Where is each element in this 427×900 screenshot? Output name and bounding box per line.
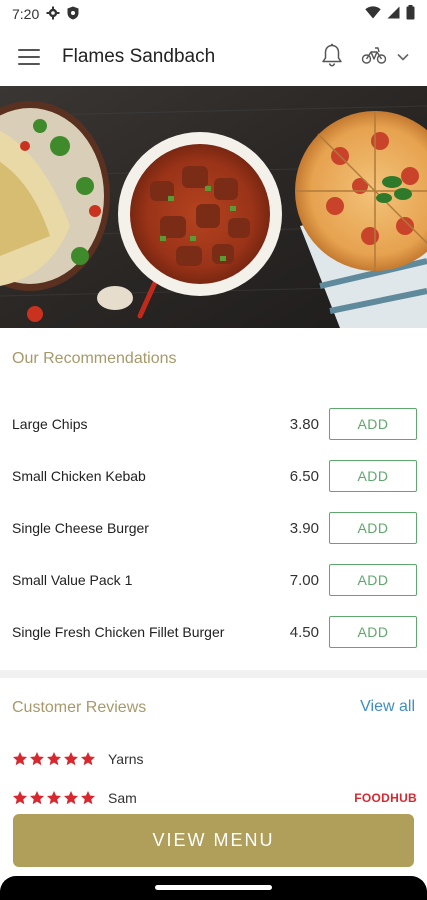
add-button[interactable]: ADD <box>329 564 417 596</box>
header-actions <box>321 43 409 72</box>
list-item: Single Fresh Chicken Fillet Burger 4.50 … <box>12 616 417 648</box>
item-price: 6.50 <box>289 467 319 485</box>
item-price: 3.90 <box>289 519 319 537</box>
item-price: 7.00 <box>289 571 319 589</box>
item-price: 3.80 <box>289 415 319 433</box>
star-icon <box>13 791 27 805</box>
foodhub-logo: FOODHUB <box>354 791 417 805</box>
battery-icon <box>406 5 415 23</box>
reviewer-name: Yarns <box>108 751 144 767</box>
item-name: Single Fresh Chicken Fillet Burger <box>12 624 225 640</box>
star-rating <box>12 790 96 806</box>
item-name: Single Cheese Burger <box>12 520 149 536</box>
page-title: Flames Sandbach <box>62 46 216 67</box>
star-icon <box>81 791 95 805</box>
hero-banner <box>0 86 427 328</box>
star-icon <box>64 791 78 805</box>
star-icon <box>64 752 78 766</box>
review-row: Yarns <box>12 748 417 770</box>
add-button[interactable]: ADD <box>329 616 417 648</box>
home-gesture-handle[interactable] <box>155 885 272 890</box>
item-name: Small Value Pack 1 <box>12 572 133 588</box>
app-header: Flames Sandbach <box>0 28 427 86</box>
signal-icon <box>387 6 400 22</box>
status-right <box>365 5 415 23</box>
star-icon <box>47 752 61 766</box>
reviews-section: Customer Reviews View all Yarns Sam FOOD… <box>0 678 427 818</box>
view-menu-button[interactable]: VIEW MENU <box>13 814 414 867</box>
status-time: 7:20 <box>12 6 40 22</box>
add-button[interactable]: ADD <box>329 460 417 492</box>
list-item: Small Chicken Kebab 6.50 ADD <box>12 460 417 492</box>
item-price: 4.50 <box>289 623 319 641</box>
system-nav-bar <box>0 872 427 900</box>
add-button[interactable]: ADD <box>329 408 417 440</box>
recommendations-title: Our Recommendations <box>12 350 177 367</box>
list-item: Single Cheese Burger 3.90 ADD <box>12 512 417 544</box>
star-icon <box>47 791 61 805</box>
reviewer-name: Sam <box>108 790 137 806</box>
list-item: Large Chips 3.80 ADD <box>12 408 417 440</box>
star-icon <box>13 752 27 766</box>
status-left: 7:20 <box>12 6 79 23</box>
star-icon <box>30 791 44 805</box>
item-name: Large Chips <box>12 416 88 432</box>
star-rating <box>12 751 96 767</box>
settings-icon <box>46 6 60 23</box>
star-icon <box>30 752 44 766</box>
item-name: Small Chicken Kebab <box>12 468 146 484</box>
wifi-icon <box>365 6 381 22</box>
shield-icon <box>67 6 79 23</box>
recommendations-section: Our Recommendations Large Chips 3.80 ADD… <box>0 328 427 670</box>
delivery-mode-selector[interactable] <box>361 45 409 70</box>
list-item: Small Value Pack 1 7.00 ADD <box>12 564 417 596</box>
view-all-link[interactable]: View all <box>360 698 415 716</box>
reviews-title: Customer Reviews <box>12 699 147 716</box>
bell-icon[interactable] <box>321 43 343 72</box>
star-icon <box>81 752 95 766</box>
add-button[interactable]: ADD <box>329 512 417 544</box>
menu-icon[interactable] <box>18 49 40 65</box>
bike-icon <box>361 45 387 70</box>
chevron-down-icon <box>397 48 409 66</box>
status-bar: 7:20 <box>0 0 427 28</box>
review-row: Sam FOODHUB <box>12 787 417 809</box>
food-banner-image <box>0 86 427 328</box>
section-divider <box>0 670 427 678</box>
